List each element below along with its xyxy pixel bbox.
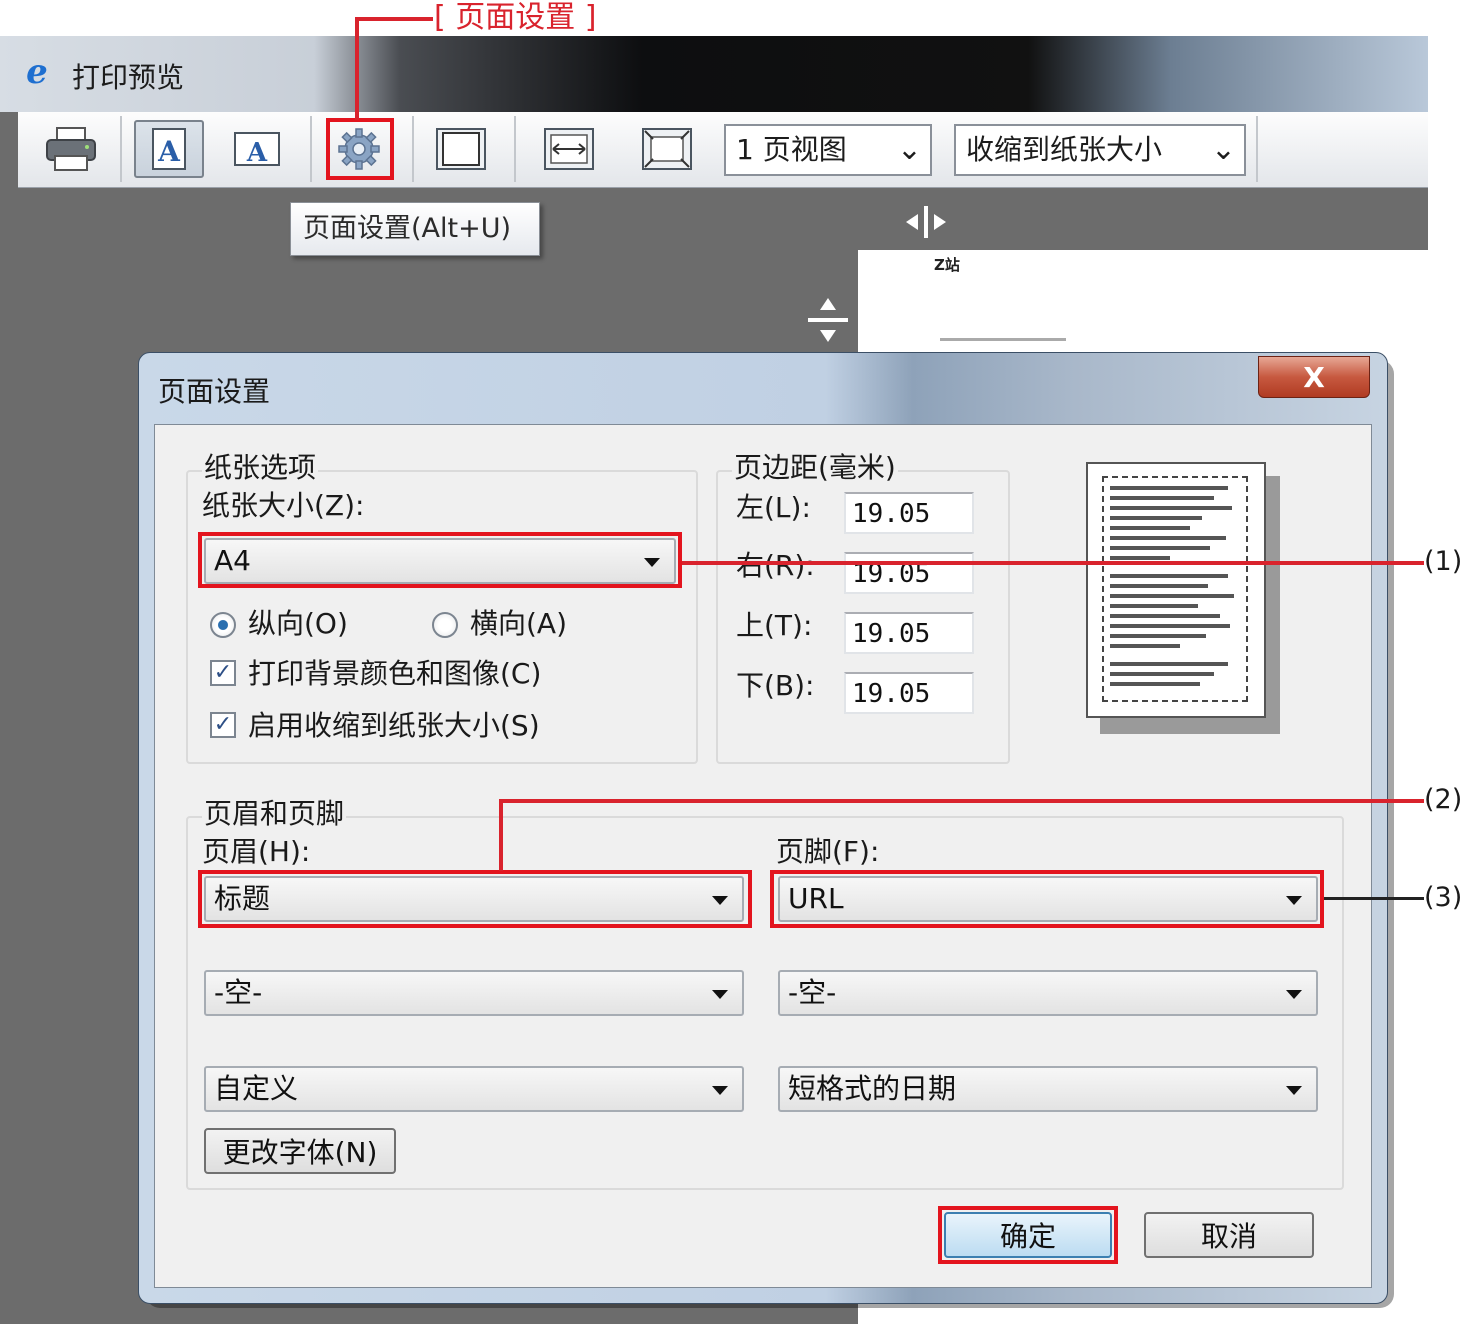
print-background-label: 打印背景颜色和图像(C) xyxy=(248,657,542,690)
margins-title: 页边距(毫米) xyxy=(732,451,898,484)
toolbar-separator xyxy=(1256,116,1258,182)
toolbar-separator xyxy=(514,116,516,182)
paper-size-highlight xyxy=(198,532,682,588)
page-thumbnail-margins xyxy=(1102,476,1248,702)
view-select-value: 1 页视图 xyxy=(736,133,847,166)
landscape-button[interactable]: A xyxy=(222,120,292,178)
landscape-radio[interactable] xyxy=(432,612,458,638)
toolbar-separator xyxy=(310,116,312,182)
chevron-down-icon: ⌄ xyxy=(896,132,922,167)
change-font-button[interactable]: 更改字体(N) xyxy=(204,1128,396,1174)
callout-2-line-vertical xyxy=(499,799,503,871)
full-page-button[interactable] xyxy=(634,120,700,178)
margin-top-input[interactable]: 19.05 xyxy=(844,612,974,654)
window-titlebar xyxy=(0,36,1428,112)
paper-size-label: 纸张大小(Z): xyxy=(202,489,365,522)
callout-1-label: (1) xyxy=(1424,546,1463,577)
margin-bottom-label: 下(B): xyxy=(736,669,815,702)
print-background-checkbox[interactable]: ✓ xyxy=(210,660,236,686)
header-select-2[interactable]: -空- xyxy=(204,970,744,1016)
preview-page-text-line xyxy=(940,338,1066,341)
printer-icon xyxy=(46,127,96,171)
margin-right-input[interactable]: 19.05 xyxy=(844,552,974,594)
vertical-margin-handle[interactable] xyxy=(806,296,850,344)
dialog-title: 页面设置 xyxy=(158,375,271,408)
callout-3-line xyxy=(1324,897,1424,900)
svg-text:A: A xyxy=(246,138,268,167)
landscape-radio-label: 横向(A) xyxy=(470,607,568,640)
shrink-to-fit-label: 启用收缩到纸张大小(S) xyxy=(248,709,540,742)
header-select-2-value: -空- xyxy=(214,976,263,1009)
shrink-select-value: 收缩到纸张大小 xyxy=(966,133,1163,166)
full-width-button[interactable] xyxy=(536,120,602,178)
full-width-icon xyxy=(544,128,594,170)
header-select-3[interactable]: 自定义 xyxy=(204,1066,744,1112)
header-select-3-value: 自定义 xyxy=(214,1072,299,1105)
margin-top-label: 上(T): xyxy=(736,609,813,642)
paper-options-title: 纸张选项 xyxy=(202,451,319,484)
footer-label: 页脚(F): xyxy=(776,835,880,868)
margin-bottom-input[interactable]: 19.05 xyxy=(844,672,974,714)
shrink-to-fit-checkbox[interactable]: ✓ xyxy=(210,712,236,738)
dropdown-arrow-icon xyxy=(712,990,728,999)
margin-left-label: 左(L): xyxy=(736,491,811,524)
dropdown-arrow-icon xyxy=(1286,990,1302,999)
shrink-select[interactable]: 收缩到纸张大小 ⌄ xyxy=(954,124,1246,176)
resize-horizontal-icon xyxy=(906,206,946,238)
print-button[interactable] xyxy=(36,120,106,178)
margin-right-label: 右(R): xyxy=(736,549,815,582)
portrait-radio[interactable] xyxy=(210,612,236,638)
close-icon: X xyxy=(1303,360,1325,394)
ie-logo-icon: e xyxy=(26,52,48,92)
callout-2-label: (2) xyxy=(1424,784,1463,815)
callout-leader-line xyxy=(355,17,359,120)
svg-text:A: A xyxy=(157,135,181,168)
callout-1-line xyxy=(682,561,1424,565)
page-setup-tooltip: 页面设置(Alt+U) xyxy=(290,202,540,256)
resize-vertical-icon xyxy=(808,298,848,342)
landscape-page-icon: A xyxy=(234,132,280,167)
callout-3-label: (3) xyxy=(1424,882,1463,913)
callout-2-line xyxy=(499,799,1424,803)
full-page-icon xyxy=(642,128,692,170)
cancel-button[interactable]: 取消 xyxy=(1144,1212,1314,1258)
page-setup-highlight xyxy=(326,118,394,180)
close-button[interactable]: X xyxy=(1258,356,1370,398)
callout-leader-line xyxy=(355,17,433,21)
margin-left-input[interactable]: 19.05 xyxy=(844,492,974,534)
portrait-radio-label: 纵向(O) xyxy=(248,607,348,640)
page-setup-callout-label: [ 页面设置 ] xyxy=(434,0,597,35)
header-footer-toggle-button[interactable] xyxy=(428,120,494,178)
toolbar-separator xyxy=(120,116,122,182)
portrait-button[interactable]: A xyxy=(134,120,204,178)
header-select-highlight xyxy=(198,870,752,928)
footer-select-2-value: -空- xyxy=(788,976,837,1009)
footer-select-highlight xyxy=(770,870,1324,928)
preview-page-header: Z站 xyxy=(934,256,960,274)
footer-select-3-value: 短格式的日期 xyxy=(788,1072,957,1105)
dropdown-arrow-icon xyxy=(1286,1086,1302,1095)
header-footer-icon xyxy=(436,128,486,170)
portrait-page-icon: A xyxy=(152,128,186,170)
footer-select-3[interactable]: 短格式的日期 xyxy=(778,1066,1318,1112)
toolbar-separator xyxy=(412,116,414,182)
header-footer-title: 页眉和页脚 xyxy=(202,797,347,830)
header-label: 页眉(H): xyxy=(202,835,311,868)
view-select[interactable]: 1 页视图 ⌄ xyxy=(724,124,932,176)
ok-button-highlight xyxy=(938,1206,1118,1264)
window-title: 打印预览 xyxy=(72,61,185,94)
footer-select-2[interactable]: -空- xyxy=(778,970,1318,1016)
horizontal-margin-handle[interactable] xyxy=(902,204,950,240)
chevron-down-icon: ⌄ xyxy=(1210,132,1236,167)
dropdown-arrow-icon xyxy=(712,1086,728,1095)
